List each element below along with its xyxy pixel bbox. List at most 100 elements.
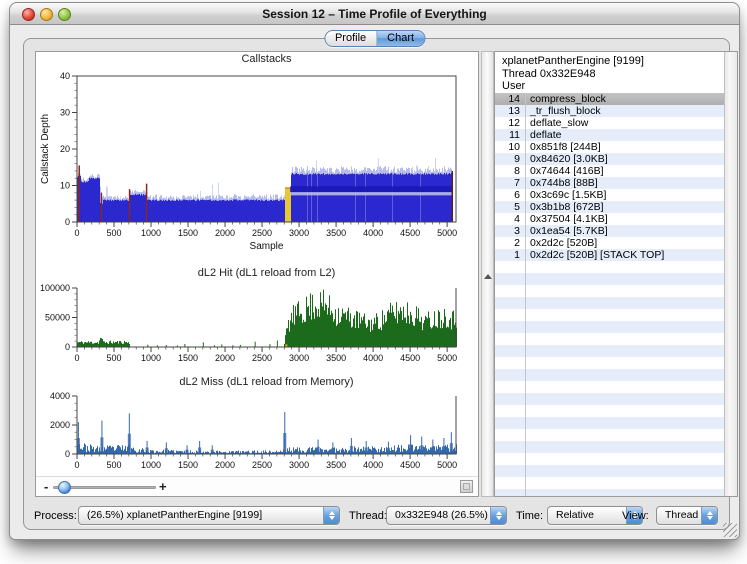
view-label: View: [622,510,649,522]
dl2-miss-chart[interactable]: 0200040000500100015002000250030003500400… [36,364,478,468]
callstack-list: 14compress_block13_tr_flush_block12defla… [495,93,724,496]
row-depth: 10 [495,141,525,153]
titlebar[interactable]: Session 12 – Time Profile of Everything [10,3,739,25]
svg-text:1000: 1000 [141,353,161,363]
row-symbol: 0x37504 [4.1KB] [525,213,608,225]
row-symbol: 0x2d2c [520B] [525,237,597,249]
svg-text:0: 0 [74,460,79,468]
svg-text:4000: 4000 [363,353,383,363]
callstacks-chart[interactable]: 0102030400500100015002000250030003500400… [36,52,478,254]
resize-grip[interactable] [723,523,737,537]
svg-text:0: 0 [74,228,79,238]
callstack-row[interactable]: 12deflate_slow [495,117,724,129]
callstack-row[interactable]: 13_tr_flush_block [495,105,724,117]
row-depth: 3 [495,225,525,237]
row-symbol: compress_block [525,93,606,105]
time-popup-value: Relative [556,509,594,521]
svg-text:5000: 5000 [437,460,457,468]
process-label: Process: [34,510,77,522]
svg-text:500: 500 [106,460,121,468]
row-depth: 7 [495,177,525,189]
callstack-row[interactable]: 14compress_block [495,93,724,105]
callstack-row[interactable]: 30x1ea54 [5.7KB] [495,225,724,237]
svg-text:Sample: Sample [250,241,284,252]
svg-text:4000: 4000 [363,228,383,238]
column-divider [525,93,526,496]
popup-stepper-icon [701,507,717,524]
scrollbar-corner [460,480,473,493]
svg-text:1000: 1000 [141,228,161,238]
zoom-slider-track[interactable] [53,486,156,489]
row-depth: 8 [495,165,525,177]
svg-text:4500: 4500 [400,353,420,363]
row-symbol: 0x2d2c [520B] [STACK TOP] [525,249,664,261]
callstack-row[interactable]: 50x3b1b8 [672B] [495,201,724,213]
svg-text:4000: 4000 [50,391,70,401]
row-symbol: 0x1ea54 [5.7KB] [525,225,608,237]
row-depth: 5 [495,201,525,213]
svg-text:dL2 Hit (dL1 reload from L2): dL2 Hit (dL1 reload from L2) [198,267,336,279]
svg-text:20: 20 [60,144,70,154]
svg-text:1000: 1000 [141,460,161,468]
svg-text:0: 0 [65,449,70,459]
process-popup-value: (26.5%) xplanetPantherEngine [9199] [87,509,262,521]
callstack-row[interactable]: 100x851f8 [244B] [495,141,724,153]
callstack-panel: xplanetPantherEngine [9199] Thread 0x332… [494,51,738,497]
svg-text:40: 40 [60,71,70,81]
svg-text:0: 0 [65,217,70,227]
svg-text:2000: 2000 [215,460,235,468]
zoom-button[interactable] [58,8,71,21]
svg-text:2500: 2500 [252,353,272,363]
row-depth: 9 [495,153,525,165]
dl2-hit-chart[interactable]: 0500001000000500100015002000250030003500… [36,254,478,364]
tab-content: 0102030400500100015002000250030003500400… [23,38,730,530]
svg-text:500: 500 [106,353,121,363]
svg-text:2000: 2000 [215,353,235,363]
empty-rows [495,261,724,496]
thread-label: Thread: [349,510,387,522]
svg-text:dL2 Miss (dL1 reload from Memo: dL2 Miss (dL1 reload from Memory) [179,376,353,388]
svg-text:5000: 5000 [437,228,457,238]
callstack-row[interactable]: 10x2d2c [520B] [STACK TOP] [495,249,724,261]
svg-text:2500: 2500 [252,228,272,238]
row-depth: 2 [495,237,525,249]
row-symbol: _tr_flush_block [525,105,601,117]
row-symbol: 0x84620 [3.0KB] [525,153,608,165]
view-popup[interactable]: Thread [656,506,718,525]
callstack-row[interactable]: 60x3c69c [1.5KB] [495,189,724,201]
svg-text:3000: 3000 [289,228,309,238]
row-symbol: deflate [525,129,562,141]
zoom-out-label[interactable]: - [44,479,48,495]
row-symbol: 0x3c69c [1.5KB] [525,189,606,201]
thread-line: Thread 0x332E948 [502,68,724,81]
callstack-row[interactable]: 80x74644 [416B] [495,165,724,177]
tab-chart[interactable]: Chart [376,31,424,46]
callstack-scrollbar[interactable] [724,52,737,496]
svg-text:4000: 4000 [363,460,383,468]
tab-profile[interactable]: Profile [325,31,376,46]
close-button[interactable] [22,8,35,21]
zoom-slider-thumb[interactable] [58,481,71,494]
svg-text:Callstack Depth: Callstack Depth [40,114,51,184]
row-depth: 13 [495,105,525,117]
callstack-row[interactable]: 40x37504 [4.1KB] [495,213,724,225]
thread-popup[interactable]: 0x332E948 (26.5%) [386,506,507,525]
svg-text:50000: 50000 [45,313,70,323]
svg-text:4500: 4500 [400,460,420,468]
callstack-row[interactable]: 90x84620 [3.0KB] [495,153,724,165]
row-depth: 11 [495,129,525,141]
view-popup-value: Thread [665,509,698,521]
minimize-button[interactable] [40,8,53,21]
callstack-row[interactable]: 20x2d2c [520B] [495,237,724,249]
svg-text:10: 10 [60,181,70,191]
row-symbol: deflate_slow [525,117,588,129]
popup-stepper-icon [323,507,339,524]
process-name-line: xplanetPantherEngine [9199] [502,55,724,68]
callstack-row[interactable]: 70x744b8 [88B] [495,177,724,189]
callstack-header: xplanetPantherEngine [9199] Thread 0x332… [495,52,724,97]
process-popup[interactable]: (26.5%) xplanetPantherEngine [9199] [78,506,340,525]
callstack-row[interactable]: 11deflate [495,129,724,141]
zoom-in-label[interactable]: + [159,479,167,495]
app-window: Session 12 – Time Profile of Everything … [9,2,740,540]
pane-splitter[interactable] [481,51,494,497]
